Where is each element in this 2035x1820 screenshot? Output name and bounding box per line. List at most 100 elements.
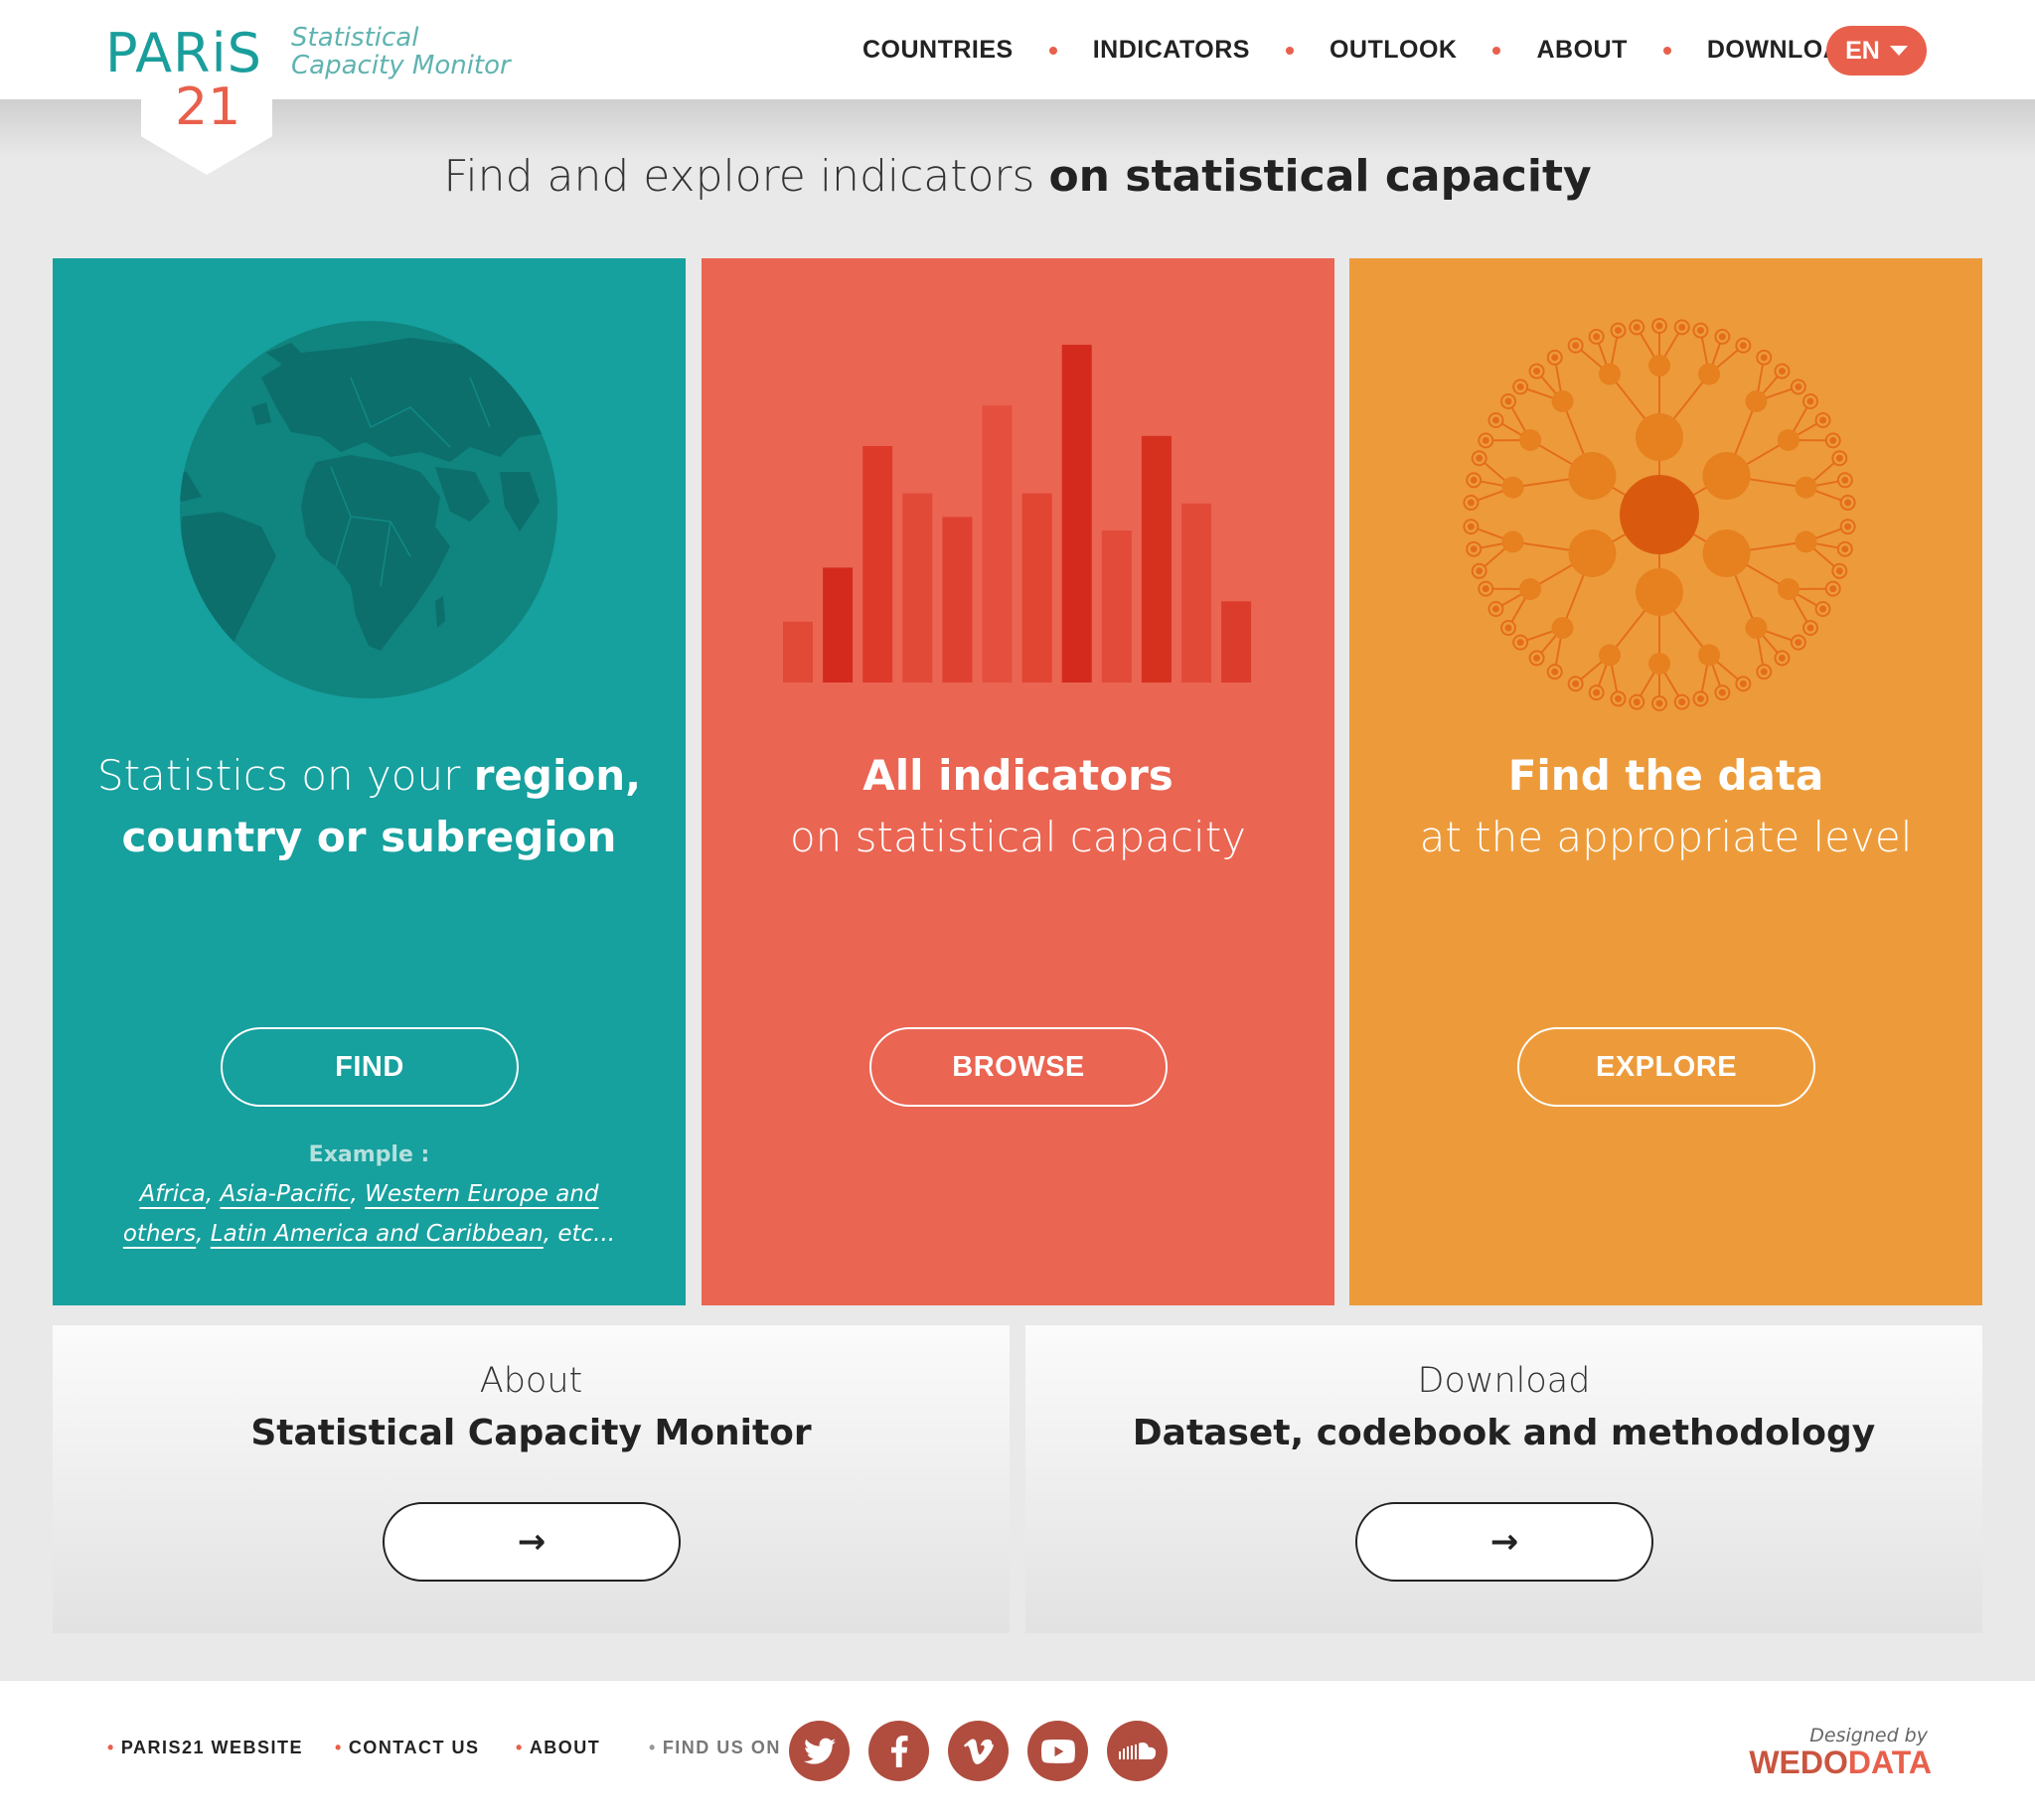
nav-about[interactable]: ABOUT (1536, 36, 1627, 65)
network-node (1835, 454, 1843, 462)
example-link-asia-pacific[interactable]: Asia-Pacific (221, 1181, 351, 1207)
arrow-right-icon: → (517, 1522, 547, 1562)
find-button[interactable]: FIND (221, 1027, 519, 1107)
about-panel-kicker: About (479, 1361, 583, 1401)
bar-mark (1181, 503, 1211, 682)
network-node (1655, 322, 1663, 330)
network-node (1795, 382, 1802, 390)
network-node (1551, 617, 1574, 640)
network-node (1745, 389, 1768, 412)
footer-about-link[interactable]: ABOUT (516, 1738, 600, 1758)
nav-countries[interactable]: COUNTRIES (862, 36, 1014, 65)
network-node (1844, 523, 1852, 531)
network-node (1551, 354, 1559, 362)
paris21-logo-number[interactable]: 21 (175, 77, 240, 137)
network-node (1829, 436, 1837, 444)
nav-separator (1048, 46, 1057, 55)
vimeo-icon[interactable] (948, 1721, 1009, 1781)
card-regions-title-light: Statistics on your (96, 751, 474, 800)
network-node (1795, 531, 1817, 553)
network-node (1795, 639, 1802, 647)
bar-mark (823, 567, 854, 682)
nav-indicators[interactable]: INDICATORS (1093, 36, 1250, 65)
network-node (1678, 698, 1686, 706)
download-panel-kicker: Download (1417, 1361, 1591, 1401)
card-regions: Statistics on your region, country or su… (53, 258, 686, 1305)
card-explore-title: Find the data at the appropriate level (1349, 745, 1982, 868)
nav-outlook[interactable]: OUTLOOK (1330, 36, 1458, 65)
card-explore: Find the data at the appropriate level E… (1349, 258, 1982, 1305)
network-node (1777, 429, 1800, 451)
facebook-icon[interactable] (868, 1721, 929, 1781)
footer-find-us-label: FIND US ON (649, 1738, 781, 1758)
card-regions-title: Statistics on your region, country or su… (53, 745, 686, 868)
headline-bold: on statistical capacity (1048, 151, 1592, 202)
youtube-icon[interactable] (1027, 1721, 1088, 1781)
network-node (1516, 639, 1524, 647)
network-node (1470, 545, 1478, 553)
twitter-icon[interactable] (789, 1721, 850, 1781)
footer-contact-link[interactable]: CONTACT US (335, 1738, 479, 1758)
network-node (1551, 389, 1574, 412)
paris21-logo[interactable]: PARiS (105, 22, 262, 84)
network-node (1504, 397, 1512, 405)
site-subtitle: Statistical Capacity Monitor (291, 24, 511, 79)
network-node (1501, 531, 1524, 553)
soundcloud-icon[interactable] (1107, 1721, 1168, 1781)
footer-paris21-website-link[interactable]: PARIS21 WEBSITE (107, 1738, 303, 1758)
network-node (1467, 523, 1475, 531)
network-node (1819, 416, 1827, 424)
headline-light: Find and explore indicators (443, 151, 1049, 202)
card-explore-title-bold: Find the data (1507, 751, 1824, 800)
network-node (1636, 413, 1683, 461)
bar-mark (1141, 435, 1172, 682)
network-node (1572, 680, 1580, 687)
network-node (1516, 382, 1524, 390)
network-node (1648, 355, 1670, 377)
network-node (1841, 545, 1849, 553)
network-node (1572, 342, 1580, 350)
designed-by-label: Designed by (1809, 1725, 1928, 1746)
card-regions-title-bold-2: country or subregion (121, 813, 617, 861)
network-node (1778, 654, 1786, 662)
network-node (1678, 323, 1686, 331)
network-node (1702, 452, 1751, 500)
language-selector[interactable]: EN (1826, 26, 1927, 76)
network-node (1760, 354, 1768, 362)
bar-mark (1221, 601, 1252, 682)
network-node (1482, 436, 1489, 444)
bar-mark (982, 405, 1013, 682)
download-panel: Download Dataset, codebook and methodolo… (1025, 1325, 1982, 1633)
card-regions-title-bold-1: region, (473, 751, 642, 800)
network-node (1698, 363, 1721, 385)
arrow-right-icon: → (1489, 1522, 1519, 1562)
network-node (1598, 644, 1621, 667)
example-link-africa[interactable]: Africa (139, 1181, 205, 1207)
example-label: Example : (308, 1142, 430, 1167)
browse-button[interactable]: BROWSE (869, 1027, 1168, 1107)
network-node (1655, 699, 1663, 707)
explore-button[interactable]: EXPLORE (1517, 1027, 1815, 1107)
network-node (1620, 475, 1699, 554)
network-node (1533, 654, 1541, 662)
network-node (1501, 476, 1524, 499)
network-node (1519, 578, 1542, 600)
wedodata-logo-part-2: DATA (1847, 1744, 1932, 1780)
subtitle-line-1: Statistical (291, 23, 419, 53)
card-indicators-title-light: on statistical capacity (789, 813, 1247, 861)
bar-mark (862, 446, 893, 682)
download-arrow-button[interactable]: → (1355, 1502, 1653, 1582)
about-arrow-button[interactable]: → (383, 1502, 681, 1582)
site-footer (0, 1681, 2035, 1820)
example-link-latin-america[interactable]: Latin America and Caribbean (211, 1221, 544, 1247)
network-node (1806, 624, 1814, 632)
wedodata-logo[interactable]: WEDODATA (1733, 1744, 1932, 1781)
network-node (1476, 567, 1484, 575)
network-node (1778, 368, 1786, 376)
language-label: EN (1845, 36, 1880, 65)
bar-mark (1101, 531, 1132, 682)
card-indicators-title-bold: All indicators (862, 751, 1174, 800)
download-panel-title: Dataset, codebook and methodology (1132, 1413, 1876, 1453)
network-node (1739, 342, 1747, 350)
network-node (1467, 499, 1475, 507)
